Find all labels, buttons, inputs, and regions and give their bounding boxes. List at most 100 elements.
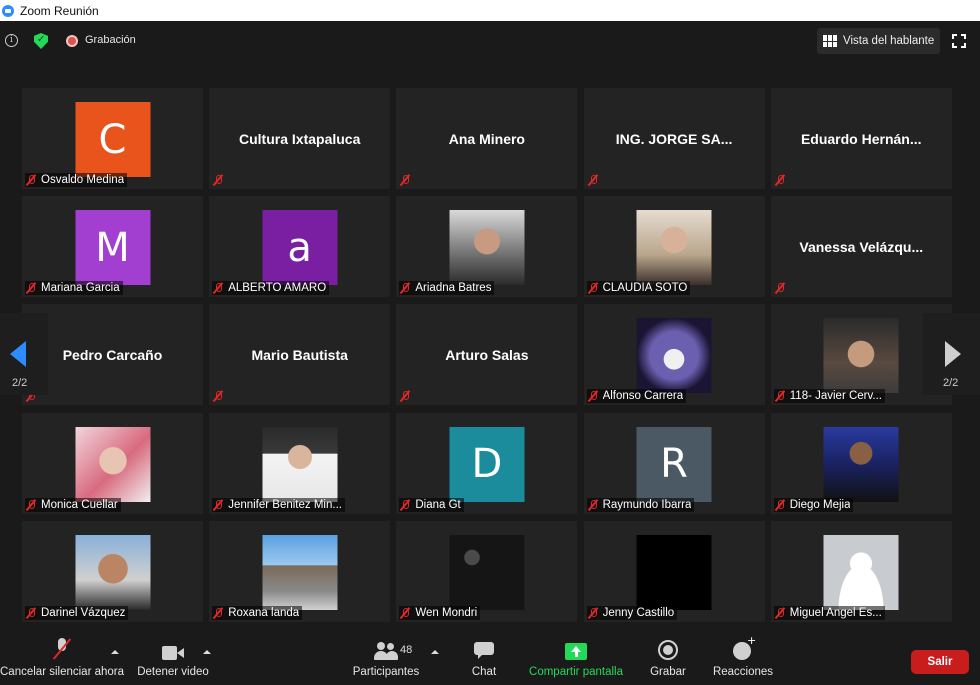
meeting-toolbar: Cancelar silenciar ahora Detener video P… bbox=[0, 630, 980, 685]
participant-tile[interactable]: C Osvaldo Medina bbox=[22, 88, 203, 189]
participant-name: Diego Mejia bbox=[789, 498, 851, 511]
participant-label: Miguel Angel Es... bbox=[773, 605, 885, 620]
participant-tile[interactable]: M Mariana Garcia bbox=[22, 196, 203, 298]
muted-mic-icon bbox=[399, 174, 411, 186]
stop-video-button[interactable]: Detener video bbox=[136, 630, 210, 685]
participant-name-center: Cultura Ixtapaluca bbox=[239, 130, 361, 147]
participant-tile[interactable]: Vanessa Velázqu... bbox=[770, 196, 952, 298]
record-button[interactable]: Grabar bbox=[647, 630, 689, 685]
participant-tile[interactable]: Jennifer Benitez Min... bbox=[209, 412, 391, 514]
chat-bubble-icon bbox=[474, 642, 494, 660]
muted-mic-icon bbox=[774, 607, 786, 619]
fullscreen-icon[interactable] bbox=[952, 34, 966, 48]
participant-name-center: Mario Bautista bbox=[251, 346, 348, 363]
participant-name: Mariana Garcia bbox=[41, 282, 120, 295]
muted-mic-icon bbox=[587, 390, 599, 402]
participant-name-center: Pedro Carcaño bbox=[62, 346, 163, 363]
participant-label: Alfonso Carrera bbox=[586, 389, 687, 404]
participant-tile[interactable]: Miguel Angel Es... bbox=[770, 520, 952, 622]
participant-tile[interactable]: a ALBERTO AMARO bbox=[209, 196, 391, 298]
previous-page-button[interactable]: 2/2 bbox=[0, 313, 48, 395]
stop-video-label: Detener video bbox=[137, 666, 209, 678]
participants-options-chevron-icon[interactable] bbox=[431, 650, 439, 654]
next-page-button[interactable]: 2/2 bbox=[923, 313, 980, 395]
muted-mic-icon bbox=[212, 607, 224, 619]
participant-name: Ariadna Batres bbox=[415, 282, 492, 295]
chat-button[interactable]: Chat bbox=[466, 630, 502, 685]
participant-label bbox=[774, 173, 793, 187]
avatar: D bbox=[449, 426, 525, 502]
audio-options-chevron-icon[interactable] bbox=[111, 650, 119, 654]
woman-photo-3 bbox=[75, 426, 150, 502]
share-screen-button[interactable]: Compartir pantalla bbox=[527, 630, 625, 685]
participant-tile[interactable]: Monica Cuellar bbox=[22, 412, 203, 514]
participant-tile[interactable]: Pedro Carcaño bbox=[22, 304, 203, 406]
woman-photo-4 bbox=[262, 426, 338, 502]
muted-mic-icon bbox=[587, 607, 599, 619]
gallery-grid-icon bbox=[823, 35, 837, 47]
man-selfie-photo bbox=[75, 534, 150, 610]
participant-name: Wen Mondri bbox=[415, 606, 478, 619]
participant-name: Darinel Vázquez bbox=[41, 606, 126, 619]
participant-name-center: Vanessa Velázqu... bbox=[799, 238, 924, 255]
participant-label bbox=[587, 173, 606, 187]
participants-label: Participantes bbox=[352, 666, 420, 678]
participant-tile[interactable]: Cultura Ixtapaluca bbox=[209, 88, 391, 189]
avatar: a bbox=[262, 210, 338, 286]
shield-icon[interactable] bbox=[34, 33, 48, 49]
leave-button[interactable]: Salir bbox=[911, 650, 969, 674]
right-arrow-icon bbox=[945, 341, 961, 367]
avatar: R bbox=[636, 426, 712, 502]
meeting-top-bar: i Grabación Vista del hablante bbox=[0, 21, 980, 61]
participant-tile[interactable]: Jenny Castillo bbox=[583, 520, 765, 622]
title-bar: Zoom Reunión bbox=[0, 0, 980, 21]
participants-count: 48 bbox=[400, 644, 413, 656]
muted-mic-icon bbox=[212, 174, 224, 186]
speaker-view-button[interactable]: Vista del hablante bbox=[817, 28, 940, 54]
default-user-photo bbox=[823, 534, 899, 610]
participant-label: Diana Gt bbox=[399, 497, 464, 512]
participant-label: Ariadna Batres bbox=[399, 281, 495, 296]
participant-tile[interactable]: Diego Mejia bbox=[770, 412, 952, 514]
info-icon[interactable]: i bbox=[5, 34, 18, 47]
speaker-view-label: Vista del hablante bbox=[843, 35, 935, 47]
muted-mic-icon bbox=[212, 282, 224, 294]
participant-tile[interactable]: Wen Mondri bbox=[396, 520, 578, 622]
participant-name: Osvaldo Medina bbox=[41, 174, 125, 186]
participant-tile[interactable]: Roxana landa bbox=[209, 520, 391, 622]
unmute-button[interactable]: Cancelar silenciar ahora bbox=[0, 630, 125, 685]
participant-tile[interactable]: Mario Bautista bbox=[209, 304, 391, 406]
participant-tile[interactable]: Ariadna Batres bbox=[396, 196, 578, 298]
participant-name: Jennifer Benitez Min... bbox=[228, 498, 342, 511]
participant-label: Osvaldo Medina bbox=[25, 173, 128, 187]
quote-photo bbox=[449, 534, 525, 610]
participant-name-center: Arturo Salas bbox=[445, 346, 529, 363]
knight-mask-photo bbox=[636, 318, 712, 394]
reactions-button[interactable]: Reacciones bbox=[712, 630, 774, 685]
participant-tile[interactable]: Ana Minero bbox=[396, 88, 578, 189]
participant-tile[interactable]: R Raymundo Ibarra bbox=[583, 412, 765, 514]
participant-label: Jennifer Benitez Min... bbox=[212, 497, 345, 512]
participant-tile[interactable]: Eduardo Hernán... bbox=[770, 88, 952, 189]
black-photo bbox=[636, 534, 712, 610]
recording-label[interactable]: Grabación bbox=[85, 34, 136, 46]
participant-name: 118- Javier Cerv... bbox=[789, 390, 882, 403]
participant-label bbox=[399, 173, 418, 187]
participant-label: Raymundo Ibarra bbox=[586, 497, 695, 512]
participant-tile[interactable]: Arturo Salas bbox=[396, 304, 578, 406]
page-indicator-left: 2/2 bbox=[12, 377, 28, 389]
participant-name: Miguel Angel Es... bbox=[789, 606, 882, 619]
participant-tile[interactable]: Alfonso Carrera bbox=[583, 304, 765, 406]
unmute-label: Cancelar silenciar ahora bbox=[0, 666, 125, 678]
participant-tile[interactable]: CLAUDIA SOTO bbox=[583, 196, 765, 298]
participant-label: Wen Mondri bbox=[399, 605, 481, 620]
participant-tile[interactable]: Darinel Vázquez bbox=[22, 520, 203, 622]
video-options-chevron-icon[interactable] bbox=[203, 650, 211, 654]
participant-tile[interactable]: D Diana Gt bbox=[396, 412, 578, 514]
participant-name: Roxana landa bbox=[228, 606, 300, 619]
participants-button[interactable]: Participantes bbox=[351, 630, 421, 685]
participant-tile[interactable]: ING. JORGE SA... bbox=[583, 88, 765, 189]
participant-name: Jenny Castillo bbox=[602, 606, 675, 619]
share-screen-label: Compartir pantalla bbox=[529, 666, 623, 678]
participant-label bbox=[212, 173, 231, 187]
